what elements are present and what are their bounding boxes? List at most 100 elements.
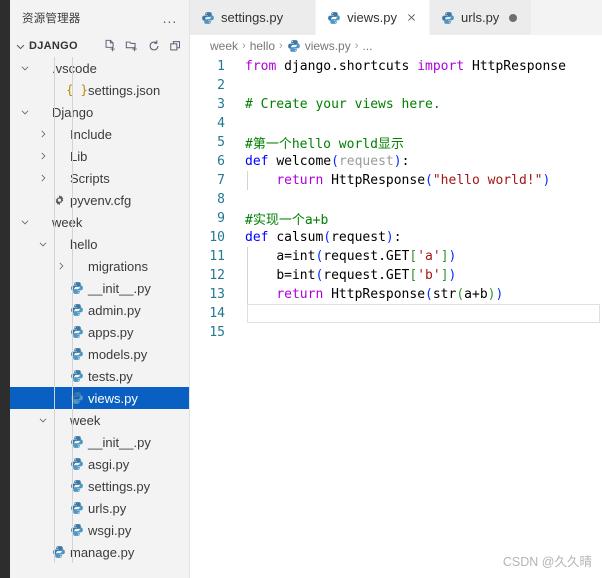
tree-item-lib[interactable]: Lib [10,145,189,167]
tree-item-migrations[interactable]: migrations [10,255,189,277]
tree-item-week[interactable]: week [10,211,189,233]
new-file-icon[interactable] [101,37,119,55]
tree-item-settings-py[interactable]: settings.py [10,475,189,497]
tree-item-label: Include [70,126,112,142]
code-line-5[interactable]: 5 #第一个hello world显示 [190,133,602,152]
chevron-right-icon[interactable] [36,149,50,163]
chevron-right-icon[interactable] [36,127,50,141]
activity-bar[interactable] [0,0,10,578]
chevron-down-icon[interactable] [18,215,32,229]
tree-item-label: manage.py [70,544,135,560]
code-line-text: def calsum(request): [236,230,402,245]
tree-indent-guide [54,57,55,563]
close-icon[interactable] [403,10,419,26]
csdn-watermark: CSDN @久久晴 [502,555,592,569]
code-token: ] [440,268,449,283]
code-line-11[interactable]: 11 a=int(request.GET['a']) [190,247,602,266]
line-number: 12 [209,268,225,283]
chevron-down-icon[interactable] [18,105,32,119]
more-actions-icon[interactable]: ... [159,7,181,29]
chevron-down-icon[interactable] [18,61,32,75]
editor-tab-settings-py[interactable]: settings.py [190,0,317,35]
editor-tab-urls-py[interactable]: urls.py [430,0,533,35]
code-token: request.GET [323,268,410,283]
line-number: 7 [217,173,225,188]
tree-item-wsgi-py[interactable]: wsgi.py [10,519,189,541]
tree-item-django[interactable]: Django [10,101,189,123]
tree-item-urls-py[interactable]: urls.py [10,497,189,519]
code-token: calsum [276,230,324,245]
tree-item-include[interactable]: Include [10,123,189,145]
code-line-13[interactable]: 13 return HttpResponse(str(a+b)) [190,285,602,304]
code-line-2[interactable]: 2 [190,76,602,95]
code-line-text: def welcome(request): [236,154,409,169]
tree-item--vscode[interactable]: .vscode [10,57,189,79]
breadcrumb-item[interactable]: week [210,39,238,53]
code-line-7[interactable]: 7 return HttpResponse("hello world!") [190,171,602,190]
refresh-icon[interactable] [145,37,163,55]
folder-icon-placeholder [50,236,68,252]
tree-item-scripts[interactable]: Scripts [10,167,189,189]
tree-item-label: models.py [88,346,148,362]
python-file-icon [68,522,86,538]
code-token: import [417,59,465,74]
chevron-down-icon[interactable] [36,413,50,427]
tree-item-tests-py[interactable]: tests.py [10,365,189,387]
code-line-text: return HttpResponse(str(a+b)) [236,287,503,302]
tree-item-pyvenv-cfg[interactable]: pyvenv.cfg [10,189,189,211]
folder-icon-placeholder [50,126,68,142]
tree-item-manage-py[interactable]: manage.py [10,541,189,563]
vscode-window: 资源管理器 ... DJANGO .vscode {} settings.js… [0,0,602,578]
code-line-9[interactable]: 9 #实现一个a+b [190,209,602,228]
code-token: HttpResponse [331,173,426,188]
breadcrumb-item[interactable]: ... [362,39,372,53]
line-number: 5 [217,135,225,150]
explorer-header: 资源管理器 ... [10,0,189,35]
tree-item-week[interactable]: week [10,409,189,431]
code-line-6[interactable]: 6 def welcome(request): [190,152,602,171]
tree-item-apps-py[interactable]: apps.py [10,321,189,343]
tree-item-label: wsgi.py [88,522,132,538]
code-line-12[interactable]: 12 b=int(request.GET['b']) [190,266,602,285]
tree-item-views-py[interactable]: views.py [10,387,189,409]
code-line-15[interactable]: 15 [190,323,602,342]
tree-item-hello[interactable]: hello [10,233,189,255]
tree-item-settings-json[interactable]: { } settings.json [10,79,189,101]
code-editor[interactable]: 1 from django.shortcuts import HttpRespon… [190,57,602,578]
tree-item-admin-py[interactable]: admin.py [10,299,189,321]
python-file-icon [68,500,86,516]
breadcrumb-item[interactable]: hello [250,39,275,53]
editor-tab-label: views.py [347,10,398,25]
code-line-1[interactable]: 1 from django.shortcuts import HttpRespon… [190,57,602,76]
code-line-text: return HttpResponse("hello world!") [236,173,550,188]
chevron-down-icon[interactable] [12,38,28,54]
line-number: 11 [209,249,225,264]
tree-item-asgi-py[interactable]: asgi.py [10,453,189,475]
tab-dirty-indicator-icon[interactable] [505,10,521,26]
editor-tab-views-py[interactable]: views.py [316,0,431,35]
tree-item-label: apps.py [88,324,134,340]
code-token: return [276,173,324,188]
tree-item--init-py[interactable]: __init__.py [10,431,189,453]
tree-item--init-py[interactable]: __init__.py [10,277,189,299]
code-line-8[interactable]: 8 [190,190,602,209]
code-line-14[interactable]: 14 [190,304,602,323]
code-line-10[interactable]: 10 def calsum(request): [190,228,602,247]
editor-tabbar[interactable]: settings.py views.py urls.py [190,0,602,35]
new-folder-icon[interactable] [123,37,141,55]
file-tree[interactable]: .vscode{ }settings.jsonDjango Include LibS… [10,57,189,563]
explorer-section-django[interactable]: DJANGO [10,35,189,57]
python-file-icon [68,456,86,472]
line-number: 13 [209,287,225,302]
breadcrumb[interactable]: week › hello › views.py ›... [190,35,602,57]
chevron-right-icon[interactable] [36,171,50,185]
tree-item-models-py[interactable]: models.py [10,343,189,365]
collapse-all-icon[interactable] [167,37,185,55]
code-line-4[interactable]: 4 [190,114,602,133]
chevron-down-icon[interactable] [36,237,50,251]
chevron-right-icon[interactable] [54,259,68,273]
tree-item-label: hello [70,236,98,252]
breadcrumb-item[interactable]: views.py [287,39,351,53]
code-line-3[interactable]: 3 # Create your views here. [190,95,602,114]
